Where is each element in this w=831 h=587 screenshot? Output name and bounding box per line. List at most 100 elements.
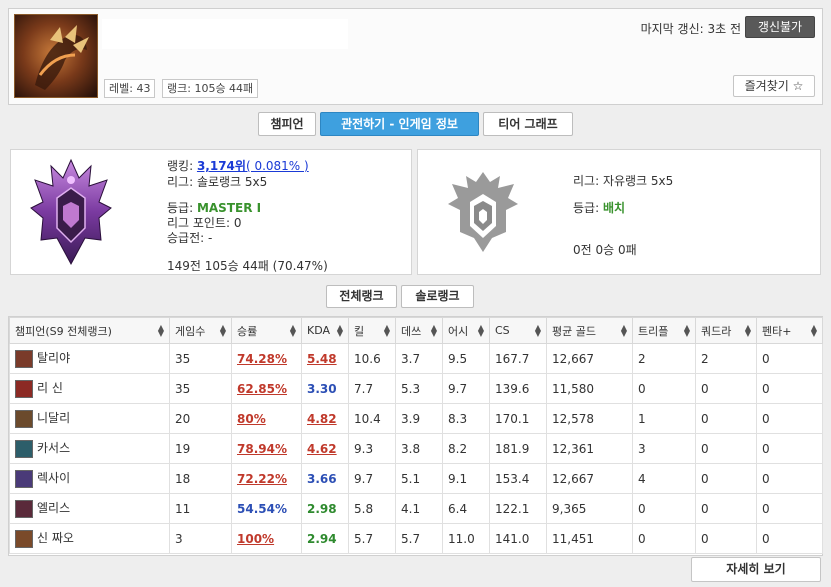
winrate-cell: 80% xyxy=(231,403,302,434)
quadra-cell: 0 xyxy=(695,433,757,464)
table-row[interactable]: 탈리야 35 74.28% 5.48 10.6 3.7 9.5 167.7 12,667 2 2 0 xyxy=(9,343,823,374)
assists-cell: 9.7 xyxy=(442,373,490,404)
kda-cell: 5.48 xyxy=(301,343,349,374)
deaths-cell-value: 5.7 xyxy=(401,531,421,546)
column-header[interactable]: CS ▲ ▼ xyxy=(489,317,547,344)
sort-icon: ▲ ▼ xyxy=(336,323,343,338)
flex-tier-value: 배치 xyxy=(602,201,626,215)
table-row[interactable]: 신 짜오 3 100% 2.94 5.7 5.7 11.0 141.0 11,451 0 0 0 xyxy=(9,523,823,554)
column-header[interactable]: 승률 ▲ ▼ xyxy=(231,317,302,344)
kda-cell: 2.98 xyxy=(301,493,349,524)
kda-cell: 3.30 xyxy=(301,373,349,404)
ranking-percent-link[interactable]: ( 0.081% ) xyxy=(246,159,309,173)
assists-cell-value: 6.4 xyxy=(448,501,468,516)
gold-cell-value: 11,451 xyxy=(552,531,594,546)
table-row[interactable]: 니달리 20 80% 4.82 10.4 3.9 8.3 170.1 12,578 1 0 0 xyxy=(9,403,823,434)
column-header-label: 트리플 xyxy=(638,324,669,338)
deaths-cell: 5.7 xyxy=(395,523,443,554)
champion-cell-value: 리 신 xyxy=(37,381,63,396)
games-cell: 18 xyxy=(169,463,232,494)
cs-cell-value: 181.9 xyxy=(495,441,530,456)
penta-cell: 0 xyxy=(756,343,823,374)
cs-cell-value: 122.1 xyxy=(495,501,530,516)
champion-cell-value: 니달리 xyxy=(37,411,71,426)
view-more-button[interactable]: 자세히 보기 xyxy=(691,557,821,582)
filter-all-rank-button[interactable]: 전체랭크 xyxy=(326,285,397,308)
penta-cell: 0 xyxy=(756,373,823,404)
quadra-cell-value: 0 xyxy=(701,441,709,456)
quadra-cell-value: 0 xyxy=(701,411,709,426)
filter-solo-rank-button[interactable]: 솔로랭크 xyxy=(401,285,474,308)
quadra-cell: 0 xyxy=(695,463,757,494)
unranked-emblem-icon xyxy=(444,168,522,257)
column-header[interactable]: 펜타+ ▲ ▼ xyxy=(756,317,823,344)
quadra-cell-value: 0 xyxy=(701,531,709,546)
gold-cell: 12,361 xyxy=(546,433,633,464)
triple-cell-value: 2 xyxy=(638,351,646,366)
kills-cell: 10.6 xyxy=(348,343,396,374)
champion-cell-value: 카서스 xyxy=(37,441,71,456)
table-row[interactable]: 엘리스 11 54.54% 2.98 5.8 4.1 6.4 122.1 9,365 0 0 0 xyxy=(9,493,823,524)
winrate-cell: 74.28% xyxy=(231,343,302,374)
column-header-label: 승률 xyxy=(237,324,258,338)
column-header[interactable]: 챔피언(S9 전체랭크) ▲ ▼ xyxy=(9,317,170,344)
sort-icon: ▲ ▼ xyxy=(744,323,751,338)
gold-cell: 9,365 xyxy=(546,493,633,524)
deaths-cell-value: 3.9 xyxy=(401,411,421,426)
games-cell-value: 18 xyxy=(175,471,191,486)
column-header[interactable]: 평균 골드 ▲ ▼ xyxy=(546,317,633,344)
deaths-cell: 4.1 xyxy=(395,493,443,524)
winrate-cell-value: 74.28% xyxy=(237,351,287,366)
kda-cell-value: 3.30 xyxy=(307,381,337,396)
assists-cell-value: 8.2 xyxy=(448,441,468,456)
cs-cell-value: 170.1 xyxy=(495,411,530,426)
triple-cell: 1 xyxy=(632,403,696,434)
quadra-cell: 0 xyxy=(695,373,757,404)
tier-label: 등급: xyxy=(167,201,194,215)
flex-tier-label: 등급: xyxy=(573,201,600,215)
column-header[interactable]: 트리플 ▲ ▼ xyxy=(632,317,696,344)
tab-spectate[interactable]: 관전하기 - 인게임 정보 xyxy=(320,112,479,136)
deaths-cell: 3.8 xyxy=(395,433,443,464)
kills-cell: 9.7 xyxy=(348,463,396,494)
winrate-cell-value: 72.22% xyxy=(237,471,287,486)
table-body: 탈리야 35 74.28% 5.48 10.6 3.7 9.5 167.7 12,667 2 2 0 리… xyxy=(9,343,823,554)
column-header[interactable]: 어시 ▲ ▼ xyxy=(442,317,490,344)
quadra-cell: 0 xyxy=(695,403,757,434)
champion-cell: 렉사이 xyxy=(9,463,170,494)
column-header[interactable]: 데쓰 ▲ ▼ xyxy=(395,317,443,344)
assists-cell-value: 9.5 xyxy=(448,351,468,366)
kda-cell-value: 2.94 xyxy=(307,531,337,546)
table-row[interactable]: 렉사이 18 72.22% 3.66 9.7 5.1 9.1 153.4 12,667 4 0 0 xyxy=(9,463,823,494)
penta-cell-value: 0 xyxy=(762,531,770,546)
column-header[interactable]: 쿼드라 ▲ ▼ xyxy=(695,317,757,344)
table-row[interactable]: 리 신 35 62.85% 3.30 7.7 5.3 9.7 139.6 11,580 0 0 0 xyxy=(9,373,823,404)
kills-cell-value: 10.4 xyxy=(354,411,381,426)
tab-tier-graph[interactable]: 티어 그래프 xyxy=(483,112,573,136)
table-row[interactable]: 카서스 19 78.94% 4.62 9.3 3.8 8.2 181.9 12,361 3 0 0 xyxy=(9,433,823,464)
ranking-value-link[interactable]: 3,174위 xyxy=(197,159,246,173)
penta-cell-value: 0 xyxy=(762,411,770,426)
solo-record-text: 149전 105승 44패 (70.47%) xyxy=(167,259,328,273)
winrate-cell: 100% xyxy=(231,523,302,554)
last-update-text: 마지막 갱신: 3초 전 xyxy=(640,22,741,36)
triple-cell: 0 xyxy=(632,373,696,404)
champion-cell: 엘리스 xyxy=(9,493,170,524)
winrate-cell: 72.22% xyxy=(231,463,302,494)
column-header-label: 게임수 xyxy=(175,324,206,338)
summoner-name xyxy=(102,19,348,49)
favorite-button[interactable]: 즐겨찾기 ☆ xyxy=(733,75,815,97)
assists-cell-value: 8.3 xyxy=(448,411,468,426)
quadra-cell-value: 2 xyxy=(701,351,709,366)
column-header[interactable]: 킬 ▲ ▼ xyxy=(348,317,396,344)
assists-cell: 6.4 xyxy=(442,493,490,524)
table-header-row: 챔피언(S9 전체랭크) ▲ ▼ 게임수 ▲ ▼ 승률 ▲ ▼ KDA ▲ ▼ 킬 ▲ ▼ 데쓰 ▲ ▼ 어시 ▲ ▼ C… xyxy=(9,317,823,344)
winrate-cell-value: 78.94% xyxy=(237,441,287,456)
quadra-cell: 0 xyxy=(695,523,757,554)
refresh-button[interactable]: 갱신불가 xyxy=(745,16,815,38)
column-header[interactable]: 게임수 ▲ ▼ xyxy=(169,317,232,344)
column-header[interactable]: KDA ▲ ▼ xyxy=(301,317,349,344)
column-header-label: 펜타+ xyxy=(762,324,792,338)
tab-champion[interactable]: 챔피언 xyxy=(258,112,316,136)
penta-cell-value: 0 xyxy=(762,471,770,486)
